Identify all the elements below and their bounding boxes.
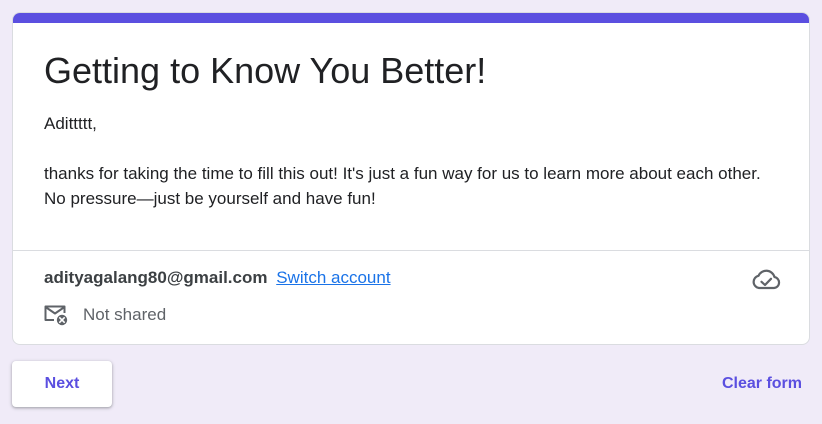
mail-not-shared-icon	[44, 305, 68, 326]
description-body: thanks for taking the time to fill this …	[44, 164, 761, 208]
account-row: adityagalang80@gmail.com Switch account	[44, 267, 391, 289]
description-greeting: Adittttt,	[44, 114, 97, 133]
cloud-check-icon	[752, 269, 781, 290]
form-header-card: Getting to Know You Better! Adittttt, th…	[12, 12, 810, 345]
accent-bar	[13, 13, 809, 23]
account-email: adityagalang80@gmail.com	[44, 268, 268, 287]
sharing-status-text: Not shared	[83, 305, 167, 324]
form-description: Adittttt, thanks for taking the time to …	[44, 111, 784, 236]
clear-form-button[interactable]: Clear form	[700, 362, 810, 406]
divider	[13, 250, 809, 251]
form-page: Getting to Know You Better! Adittttt, th…	[0, 0, 822, 424]
next-button[interactable]: Next	[12, 361, 112, 407]
form-title: Getting to Know You Better!	[44, 50, 487, 91]
switch-account-link[interactable]: Switch account	[276, 268, 390, 287]
sharing-status-row: Not shared	[43, 303, 166, 327]
